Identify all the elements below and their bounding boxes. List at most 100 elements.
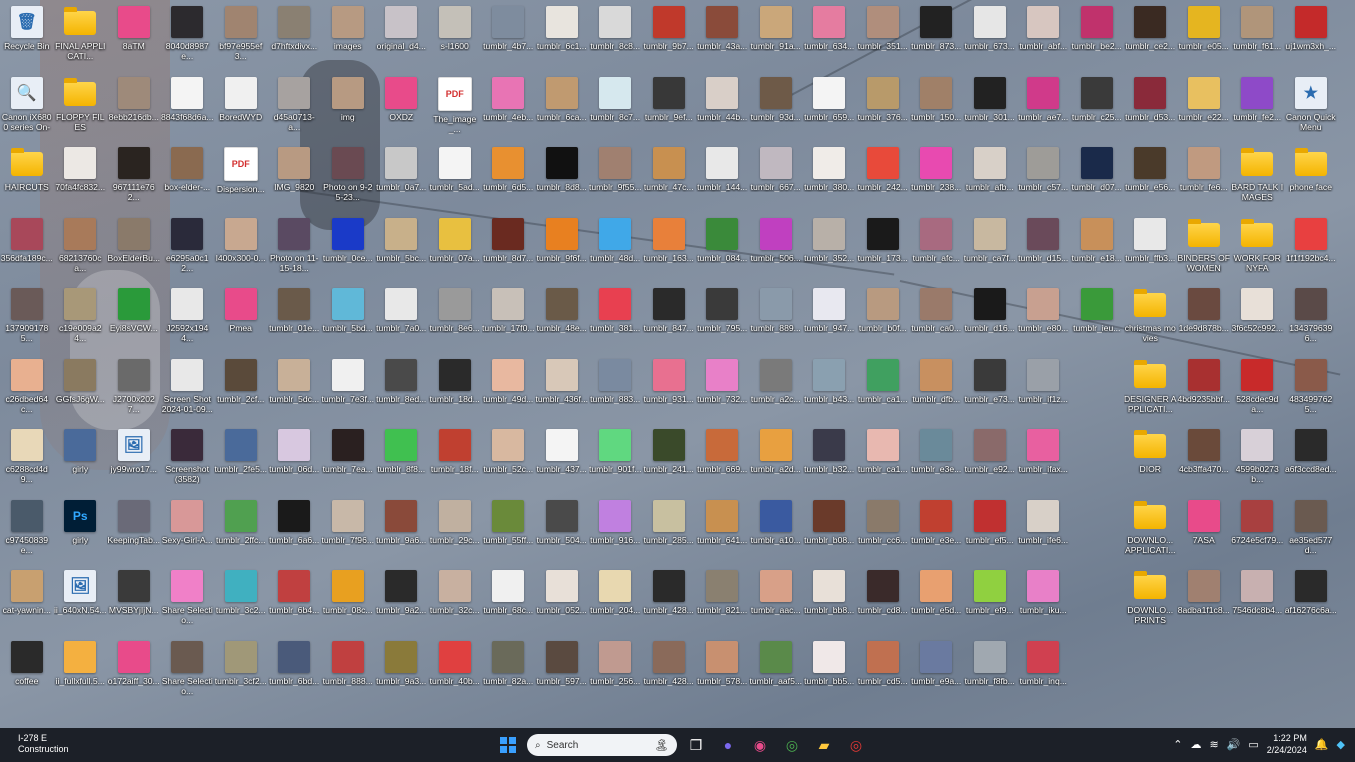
desktop-file[interactable]: MVSBYjIjN... xyxy=(107,566,161,637)
desktop-file[interactable]: 🔍Canon iX6800 series On-s... xyxy=(0,73,54,144)
desktop-file[interactable]: tumblr_381... xyxy=(589,284,643,355)
desktop-file[interactable]: tumblr_052... xyxy=(535,566,589,637)
desktop-file[interactable]: images xyxy=(321,2,375,73)
desktop-file[interactable]: tumblr_e9a... xyxy=(910,637,964,708)
desktop-file[interactable]: img xyxy=(321,73,375,144)
desktop-file[interactable]: tumblr_ieu... xyxy=(1070,284,1124,355)
desktop-file[interactable]: tumblr_abf... xyxy=(1017,2,1071,73)
desktop-file[interactable]: tumblr_01e... xyxy=(268,284,322,355)
desktop-file[interactable]: tumblr_fe6... xyxy=(1177,143,1231,214)
desktop-file[interactable]: tumblr_43a... xyxy=(696,2,750,73)
desktop-file[interactable]: J2700x2027... xyxy=(107,355,161,426)
desktop-file[interactable]: tumblr_5bd... xyxy=(321,284,375,355)
desktop-file[interactable]: tumblr_6b4... xyxy=(268,566,322,637)
desktop-file[interactable]: tumblr_52c... xyxy=(482,425,536,496)
desktop-file[interactable]: tumblr_bb5... xyxy=(803,637,857,708)
desktop-file[interactable]: tumblr_08c... xyxy=(321,566,375,637)
desktop-file[interactable]: tumblr_b08... xyxy=(803,496,857,567)
desktop-file[interactable]: Share Selectio... xyxy=(161,637,215,708)
desktop-file[interactable]: Sexy-Girl-A... xyxy=(161,496,215,567)
desktop-file[interactable]: Eyi8sVCW... xyxy=(107,284,161,355)
desktop-file[interactable]: PDF The_image_... xyxy=(428,73,482,144)
desktop-file[interactable]: tumblr_48d... xyxy=(589,214,643,285)
desktop-file[interactable]: tumblr_aaf5... xyxy=(749,637,803,708)
desktop-file[interactable]: J2592x1944... xyxy=(161,284,215,355)
desktop-file[interactable]: l400x300-0... xyxy=(214,214,268,285)
desktop-file[interactable]: Pmea xyxy=(214,284,268,355)
desktop-file[interactable]: tumblr_6ca... xyxy=(535,73,589,144)
desktop-file[interactable]: 4834997625... xyxy=(1284,355,1338,426)
desktop-file[interactable]: tumblr_55ff... xyxy=(482,496,536,567)
desktop-file[interactable]: tumblr_d53... xyxy=(1124,73,1178,144)
desktop-file[interactable]: tumblr_9f6f... xyxy=(535,214,589,285)
desktop-file[interactable]: tumblr_ca7f... xyxy=(963,214,1017,285)
desktop-file[interactable]: uj1wm3xh_... xyxy=(1284,2,1338,73)
desktop-file[interactable]: tumblr_376... xyxy=(856,73,910,144)
desktop-file[interactable]: tumblr_e05... xyxy=(1177,2,1231,73)
desktop-file[interactable]: tumblr_06d... xyxy=(268,425,322,496)
desktop-file[interactable]: o172aiff_30... xyxy=(107,637,161,708)
desktop-file[interactable]: tumblr_9a2... xyxy=(375,566,429,637)
desktop-file[interactable]: tumblr_ca1... xyxy=(856,355,910,426)
desktop-file[interactable]: tumblr_c57... xyxy=(1017,143,1071,214)
desktop-file[interactable]: tumblr_7e3f... xyxy=(321,355,375,426)
desktop-file[interactable]: tumblr_cd8... xyxy=(856,566,910,637)
desktop-folder[interactable]: christmas movies xyxy=(1124,284,1178,355)
copilot-icon[interactable]: ◆ xyxy=(1337,738,1345,751)
desktop-file[interactable]: original_d4... xyxy=(375,2,429,73)
desktop-file[interactable]: tumblr_91a... xyxy=(749,2,803,73)
desktop-file[interactable]: tumblr_afb... xyxy=(963,143,1017,214)
desktop-file[interactable]: tumblr_07a... xyxy=(428,214,482,285)
desktop-file[interactable]: tumblr_821... xyxy=(696,566,750,637)
desktop-file[interactable]: tumblr_b0f... xyxy=(856,284,910,355)
chevron-up-icon[interactable]: ⌃ xyxy=(1173,738,1182,751)
desktop-file[interactable]: tumblr_47c... xyxy=(642,143,696,214)
desktop-file[interactable]: 3f6c52c992... xyxy=(1231,284,1285,355)
desktop-folder[interactable]: HAIRCUTS xyxy=(0,143,54,214)
desktop-file[interactable]: 🖼 jy99wro17... xyxy=(107,425,161,496)
desktop-file[interactable]: tumblr_901f... xyxy=(589,425,643,496)
desktop-file[interactable]: a6f3ccd8ed... xyxy=(1284,425,1338,496)
desktop-file[interactable]: tumblr_d15... xyxy=(1017,214,1071,285)
desktop-folder[interactable]: DOWNLO... PRINTS xyxy=(1124,566,1178,637)
desktop-file[interactable]: tumblr_be2... xyxy=(1070,2,1124,73)
desktop-file[interactable]: Ps girly xyxy=(54,496,108,567)
desktop-file[interactable]: tumblr_436f... xyxy=(535,355,589,426)
desktop-file[interactable]: tumblr_5dc... xyxy=(268,355,322,426)
desktop-file[interactable]: tumblr_48e... xyxy=(535,284,589,355)
desktop-file[interactable]: tumblr_7ea... xyxy=(321,425,375,496)
desktop-file[interactable]: d7hftxdivx... xyxy=(268,2,322,73)
desktop-file[interactable]: tumblr_7f96... xyxy=(321,496,375,567)
desktop-file[interactable]: tumblr_cd5... xyxy=(856,637,910,708)
desktop-file[interactable]: tumblr_2fe5... xyxy=(214,425,268,496)
desktop-file[interactable]: tumblr_e5d... xyxy=(910,566,964,637)
desktop-file[interactable]: tumblr_44b... xyxy=(696,73,750,144)
desktop-file[interactable]: tumblr_ce2... xyxy=(1124,2,1178,73)
desktop-file[interactable]: tumblr_b32... xyxy=(803,425,857,496)
desktop-file[interactable]: tumblr_17f0... xyxy=(482,284,536,355)
desktop-file[interactable]: tumblr_6a6... xyxy=(268,496,322,567)
desktop-file[interactable]: tumblr_a2d... xyxy=(749,425,803,496)
desktop-file[interactable]: tumblr_6c1... xyxy=(535,2,589,73)
desktop-file[interactable]: tumblr_bb8... xyxy=(803,566,857,637)
desktop-file[interactable]: 6724e5cf79... xyxy=(1231,496,1285,567)
desktop-file[interactable]: 7ASA xyxy=(1177,496,1231,567)
desktop-file[interactable]: tumblr_173... xyxy=(856,214,910,285)
desktop-file[interactable]: tumblr_888... xyxy=(321,637,375,708)
desktop-file[interactable]: tumblr_e80... xyxy=(1017,284,1071,355)
desktop-file[interactable]: tumblr_641... xyxy=(696,496,750,567)
desktop-file[interactable]: tumblr_6bd... xyxy=(268,637,322,708)
desktop-file[interactable]: tumblr_18f... xyxy=(428,425,482,496)
desktop-file[interactable]: GGfsJ6gW... xyxy=(54,355,108,426)
desktop-file[interactable]: tumblr_241... xyxy=(642,425,696,496)
desktop-file[interactable]: Photo on 9-25-23... xyxy=(321,143,375,214)
desktop-file[interactable]: 4bd9235bbf... xyxy=(1177,355,1231,426)
desktop-file[interactable]: tumblr_242... xyxy=(856,143,910,214)
desktop-file[interactable]: 8843f68d6a... xyxy=(161,73,215,144)
desktop-file[interactable]: tumblr_301... xyxy=(963,73,1017,144)
instagram-icon[interactable]: ◉ xyxy=(747,732,773,758)
weather-widget[interactable]: I-278 E Construction xyxy=(18,733,69,755)
desktop-folder[interactable]: WORK FOR NYFA xyxy=(1231,214,1285,285)
desktop-folder[interactable]: phone face xyxy=(1284,143,1338,214)
desktop-file[interactable]: 967111e762... xyxy=(107,143,161,214)
